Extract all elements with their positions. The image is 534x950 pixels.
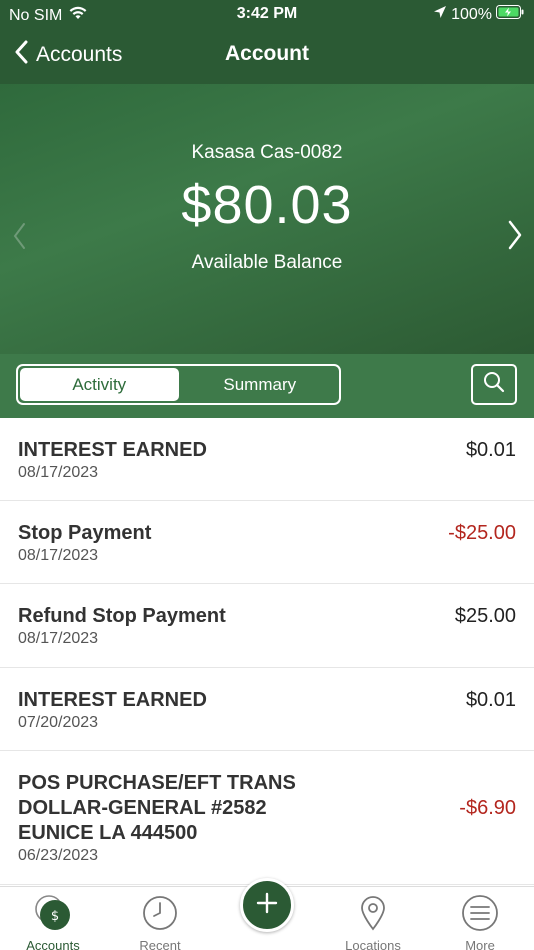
transaction-row[interactable]: Stop Payment 08/17/2023 -$25.00 (0, 501, 534, 584)
account-name: Kasasa Cas-0082 (191, 142, 343, 163)
transaction-amount: $0.01 (465, 689, 516, 711)
tab-accounts-label: Accounts (26, 938, 80, 950)
transaction-amount: $0.01 (465, 439, 516, 461)
tab-recent-label: Recent (139, 938, 181, 950)
transaction-date: 08/17/2023 (18, 547, 99, 564)
transaction-description: Stop Payment (18, 522, 152, 544)
search-button[interactable] (471, 364, 517, 405)
transaction-date: 06/23/2023 (18, 847, 99, 864)
transaction-row[interactable]: Refund Stop Payment 08/17/2023 $25.00 (0, 584, 534, 668)
map-pin-icon (333, 893, 413, 936)
tab-locations[interactable]: Locations (333, 893, 413, 950)
transaction-description: INTEREST EARNED (18, 689, 207, 711)
transaction-row[interactable]: INTEREST EARNED 07/20/2023 $0.01 (0, 668, 534, 751)
transaction-amount: -$25.00 (448, 522, 516, 544)
transaction-list: INTEREST EARNED 08/17/2023 $0.01 Stop Pa… (0, 418, 534, 885)
add-button[interactable] (240, 878, 294, 932)
status-right: 100% (433, 5, 524, 24)
next-account-button[interactable] (508, 220, 522, 255)
location-arrow-icon (433, 5, 447, 24)
transaction-amount: -$6.90 (459, 797, 516, 819)
activity-toolbar: Activity Summary (0, 354, 534, 418)
tab-summary[interactable]: Summary (181, 366, 340, 403)
page-title: Account (225, 42, 309, 65)
transaction-description: INTEREST EARNED (18, 439, 207, 461)
clock-icon (120, 893, 200, 936)
tab-more[interactable]: More (440, 893, 520, 950)
transaction-description: Refund Stop Payment (18, 605, 226, 627)
battery-percent: 100% (451, 5, 492, 23)
battery-icon (496, 5, 524, 24)
segmented-control: Activity Summary (16, 364, 341, 405)
transaction-date: 08/17/2023 (18, 464, 99, 481)
tab-more-label: More (465, 938, 495, 950)
transaction-row[interactable]: INTEREST EARNED 08/17/2023 $0.01 (0, 418, 534, 501)
tab-accounts[interactable]: $ Accounts (13, 893, 93, 950)
transaction-date: 08/17/2023 (18, 630, 99, 647)
account-balance-card: Kasasa Cas-0082 $80.03 Available Balance (0, 84, 534, 354)
navigation-bar: Accounts Account (0, 28, 534, 84)
tab-activity[interactable]: Activity (20, 368, 179, 401)
tab-locations-label: Locations (345, 938, 401, 950)
account-balance: $80.03 (181, 175, 353, 235)
search-icon (482, 370, 506, 399)
accounts-icon: $ (13, 893, 93, 936)
balance-label: Available Balance (191, 252, 343, 273)
transaction-row[interactable]: POS PURCHASE/EFT TRANS DOLLAR-GENERAL #2… (0, 751, 534, 885)
transaction-description: POS PURCHASE/EFT TRANS DOLLAR-GENERAL #2… (18, 772, 296, 844)
tab-recent[interactable]: Recent (120, 893, 200, 950)
status-bar: No SIM 3:42 PM 100% (0, 0, 534, 28)
accounts-badge-glyph: $ (51, 909, 59, 924)
menu-icon (440, 893, 520, 936)
transaction-amount: $25.00 (454, 605, 516, 627)
plus-icon (255, 891, 279, 920)
transaction-date: 07/20/2023 (18, 714, 99, 731)
